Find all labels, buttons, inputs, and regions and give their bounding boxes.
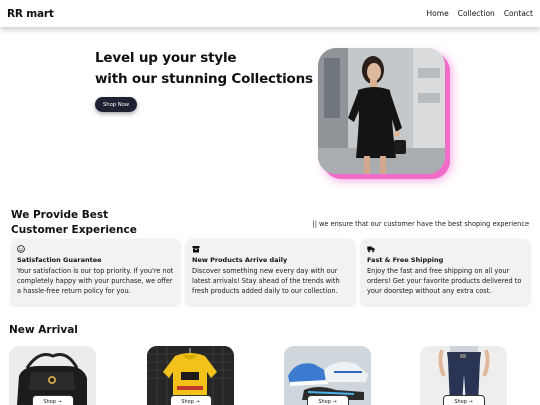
hero-heading-line-1: Level up your style (95, 50, 237, 66)
product-card-trousers[interactable]: Shop → (420, 346, 507, 405)
features-tagline: || we ensure that our customer have the … (312, 220, 529, 228)
product-card-handbag[interactable]: Shop → (9, 346, 96, 405)
feature-card-title: Satisfaction Guarantee (17, 256, 102, 264)
product-card-sneakers[interactable]: Shop → (284, 346, 371, 405)
product-shop-button[interactable]: Shop → (442, 395, 485, 405)
features-heading: We Provide Best Customer Experience (11, 208, 137, 238)
nav-link-home[interactable]: Home (427, 9, 449, 18)
nav-link-contact[interactable]: Contact (504, 9, 533, 18)
product-grid: Shop → Shop → Shop → Shop → (9, 346, 539, 405)
brand-logo[interactable]: RR mart (7, 8, 54, 20)
shop-now-button[interactable]: Shop Now (95, 97, 137, 112)
product-shop-button[interactable]: Shop → (169, 395, 212, 405)
product-shop-button[interactable]: Shop → (306, 395, 349, 405)
feature-card-new-products: New Products Arrive daily Discover somet… (186, 239, 355, 305)
feature-card-shipping: Fast & Free Shipping Enjoy the fast and … (361, 239, 530, 305)
product-card-hoodie[interactable]: Shop → (147, 346, 234, 405)
hero-model-illustration (318, 48, 445, 174)
feature-card-text: Discover something new every day with ou… (192, 267, 340, 295)
navbar: RR mart Home Collection Contact (0, 0, 540, 27)
truck-icon (367, 246, 375, 253)
feature-card-satisfaction: Satisfaction Guarantee Your satisfaction… (11, 239, 180, 305)
box-icon (192, 246, 200, 253)
nav-links: Home Collection Contact (427, 9, 533, 18)
product-shop-button[interactable]: Shop → (31, 395, 74, 405)
features-heading-line-1: We Provide Best (11, 209, 109, 221)
feature-card-text: Your satisfaction is our top priority. I… (17, 267, 174, 295)
nav-link-collection[interactable]: Collection (458, 9, 495, 18)
feature-card-title: Fast & Free Shipping (367, 256, 444, 264)
hero-heading-line-2: with our stunning Collections (95, 71, 313, 87)
new-arrival-heading: New Arrival (9, 324, 78, 336)
smile-icon (17, 245, 25, 253)
hero-model-image (318, 48, 445, 174)
feature-cards: Satisfaction Guarantee Your satisfaction… (11, 239, 530, 305)
features-heading-line-2: Customer Experience (11, 224, 137, 236)
feature-card-title: New Products Arrive daily (192, 256, 288, 264)
hero-heading: Level up your style with our stunning Co… (95, 48, 313, 90)
feature-card-text: Enjoy the fast and free shipping on all … (367, 267, 522, 295)
